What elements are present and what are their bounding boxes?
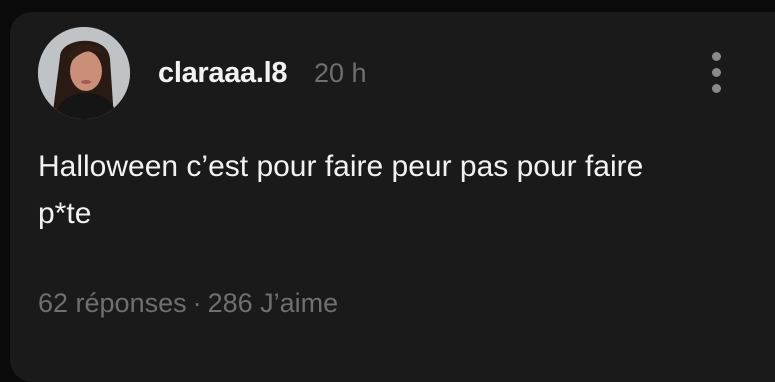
post-text-line: p*te <box>38 197 92 230</box>
username[interactable]: claraaa.l8 <box>158 57 288 90</box>
post-time: 20 h <box>314 58 367 88</box>
likes-count[interactable]: 286 J’aime <box>208 288 339 318</box>
vertical-ellipsis-icon <box>712 52 721 61</box>
stats-separator: · <box>192 288 202 318</box>
vertical-ellipsis-icon <box>712 68 721 77</box>
post-text-line: Halloween c’est pour faire peur pas pour… <box>38 150 644 183</box>
vertical-ellipsis-icon <box>712 84 721 93</box>
avatar-image <box>38 27 130 119</box>
post-text: Halloween c’est pour faire peur pas pour… <box>38 143 738 237</box>
avatar[interactable] <box>38 27 130 119</box>
replies-count[interactable]: 62 réponses <box>38 288 187 318</box>
more-options-button[interactable] <box>703 50 731 96</box>
post-stats: 62 réponses · 286 J’aime <box>38 288 338 319</box>
